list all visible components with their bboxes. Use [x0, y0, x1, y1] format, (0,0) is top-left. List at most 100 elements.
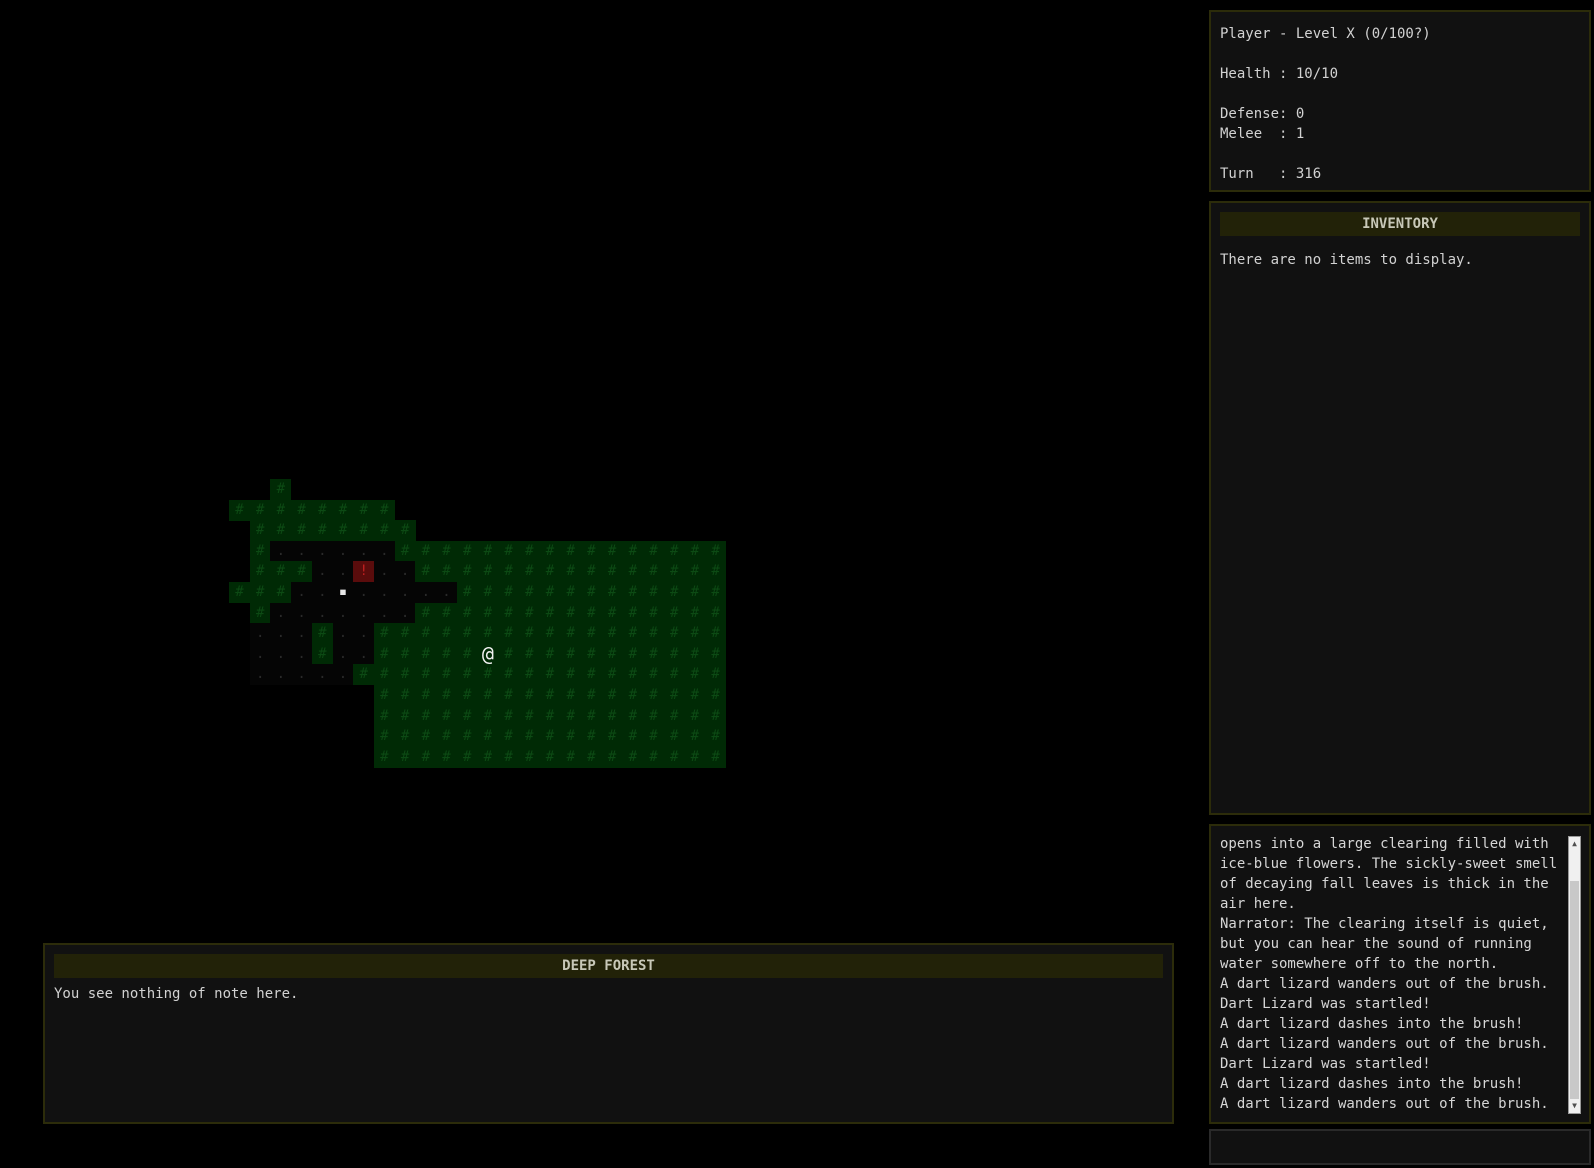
- floor-tile: .: [415, 582, 437, 603]
- tree-tile: #: [684, 726, 706, 748]
- message-log-scrollbar[interactable]: ▲ ▼: [1568, 836, 1581, 1114]
- tree-tile: #: [622, 664, 644, 686]
- tree-tile: #: [663, 685, 685, 706]
- tree-tile: #: [643, 561, 664, 583]
- location-title: DEEP FOREST: [54, 954, 1163, 978]
- message-log[interactable]: opens into a large clearing filled with …: [1209, 824, 1591, 1124]
- tree-tile: #: [622, 540, 644, 562]
- tree-tile: #: [249, 499, 271, 521]
- command-input[interactable]: [1209, 1129, 1591, 1165]
- tree-tile: #: [249, 582, 271, 603]
- tree-tile: #: [684, 561, 706, 583]
- tree-tile: #: [394, 746, 416, 768]
- floor-tile: .: [353, 582, 375, 603]
- scroll-thumb[interactable]: [1570, 881, 1579, 1099]
- player-level: Player - Level X (0/100?): [1220, 26, 1431, 42]
- player-defense: Defense: 0: [1220, 106, 1305, 122]
- scroll-up-arrow-icon[interactable]: ▲: [1569, 837, 1580, 851]
- tree-tile: #: [436, 685, 457, 706]
- tree-tile: #: [643, 726, 664, 748]
- tree-tile: #: [498, 643, 520, 665]
- tree-tile: #: [456, 602, 478, 624]
- floor-tile: .: [311, 582, 333, 603]
- tree-tile: #: [270, 520, 292, 542]
- tree-tile: #: [643, 685, 664, 706]
- tree-tile: #: [580, 602, 602, 624]
- tree-tile: #: [663, 664, 685, 686]
- player-melee: Melee : 1: [1220, 126, 1305, 142]
- tree-tile: #: [311, 643, 333, 665]
- item-marker: ▪: [332, 582, 354, 603]
- tree-tile: #: [456, 705, 478, 727]
- tree-tile: #: [643, 746, 664, 768]
- tree-tile: #: [539, 746, 561, 768]
- tree-tile: #: [415, 623, 437, 645]
- floor-tile: .: [394, 561, 416, 583]
- tree-tile: #: [436, 705, 457, 727]
- floor-tile: .: [311, 540, 333, 562]
- floor-tile: .: [353, 643, 375, 665]
- turn-counter: Turn : 316: [1220, 166, 1322, 182]
- tree-tile: #: [643, 643, 664, 665]
- tree-tile: #: [415, 561, 437, 583]
- location-panel: DEEP FOREST You see nothing of note here…: [43, 943, 1174, 1124]
- tree-tile: #: [705, 643, 727, 665]
- tree-tile: #: [684, 643, 706, 665]
- tree-tile: #: [539, 561, 561, 583]
- tree-tile: #: [477, 664, 499, 686]
- tree-tile: #: [560, 643, 582, 665]
- tree-tile: #: [518, 561, 540, 583]
- tree-tile: #: [415, 643, 437, 665]
- tree-tile: #: [539, 623, 561, 645]
- tree-tile: #: [560, 726, 582, 748]
- tree-tile: #: [560, 602, 582, 624]
- dart-lizard-monster[interactable]: !: [353, 561, 375, 583]
- tree-tile: #: [622, 685, 644, 706]
- tree-tile: #: [477, 561, 499, 583]
- tree-tile: #: [663, 623, 685, 645]
- tree-tile: #: [663, 540, 685, 562]
- log-message: Narrator: The clearing itself is quiet, …: [1220, 916, 1549, 972]
- tree-tile: #: [373, 664, 395, 686]
- tree-tile: #: [332, 499, 354, 521]
- inventory-panel: INVENTORY There are no items to display.: [1209, 201, 1591, 815]
- scroll-down-arrow-icon[interactable]: ▼: [1569, 1099, 1580, 1113]
- world-map[interactable]: # # # # # # # # # # # # # # # # # #...... # # # # # # # # # # # # # # # #…: [0, 0, 1190, 930]
- tree-tile: #: [601, 582, 623, 603]
- tree-tile: #: [373, 643, 395, 665]
- tree-tile: #: [560, 746, 582, 768]
- tree-tile: #: [580, 746, 602, 768]
- tree-tile: #: [518, 582, 540, 603]
- tree-tile: #: [518, 623, 540, 645]
- tree-tile: #: [622, 746, 644, 768]
- tree-tile: #: [456, 664, 478, 686]
- tree-tile: #: [477, 705, 499, 727]
- tree-tile: #: [518, 602, 540, 624]
- floor-tile: .: [311, 561, 333, 583]
- tree-tile: #: [622, 623, 644, 645]
- tree-tile: #: [477, 582, 499, 603]
- tree-tile: #: [518, 746, 540, 768]
- floor-tile: .: [291, 664, 313, 686]
- tree-tile: #: [477, 540, 499, 562]
- floor-tile: .: [373, 582, 395, 603]
- tree-tile: #: [394, 664, 416, 686]
- tree-tile: #: [663, 582, 685, 603]
- tree-tile: #: [249, 540, 271, 562]
- tree-tile: #: [580, 582, 602, 603]
- tree-tile: #: [373, 746, 395, 768]
- tree-tile: #: [518, 540, 540, 562]
- tree-tile: #: [415, 540, 437, 562]
- tree-tile: #: [373, 520, 395, 542]
- tree-tile: #: [705, 540, 727, 562]
- tree-tile: #: [663, 643, 685, 665]
- tree-tile: #: [601, 540, 623, 562]
- player-character[interactable]: @: [477, 643, 499, 665]
- tree-tile: #: [498, 623, 520, 645]
- tree-tile: #: [373, 499, 395, 521]
- tree-tile: #: [601, 643, 623, 665]
- tree-tile: #: [353, 499, 375, 521]
- tree-tile: #: [477, 685, 499, 706]
- tree-tile: #: [601, 664, 623, 686]
- tree-tile: #: [684, 602, 706, 624]
